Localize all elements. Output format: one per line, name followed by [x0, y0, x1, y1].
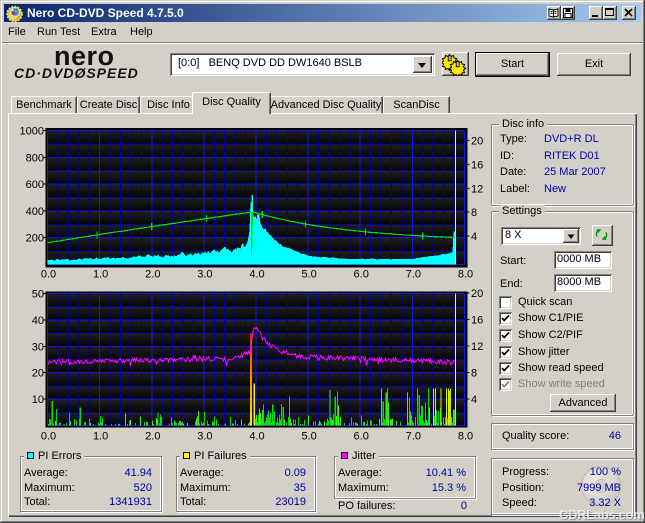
svg-text:6.0: 6.0	[354, 269, 369, 281]
svg-text:10: 10	[32, 394, 44, 406]
svg-text:20: 20	[32, 368, 44, 380]
svg-text:8.0: 8.0	[458, 269, 473, 281]
svg-text:8: 8	[471, 207, 477, 219]
svg-text:800: 800	[26, 152, 44, 164]
svg-text:1000: 1000	[20, 126, 44, 138]
svg-text:3.0: 3.0	[197, 431, 212, 443]
svg-text:16: 16	[471, 314, 483, 326]
svg-text:200: 200	[26, 233, 44, 245]
svg-text:1.0: 1.0	[93, 431, 108, 443]
svg-text:20: 20	[471, 288, 483, 300]
svg-text:16: 16	[471, 160, 483, 172]
svg-text:8: 8	[471, 368, 477, 380]
svg-text:20: 20	[471, 136, 483, 148]
svg-text:7.0: 7.0	[406, 431, 421, 443]
svg-text:30: 30	[32, 341, 44, 353]
svg-text:12: 12	[471, 341, 483, 353]
svg-text:4.0: 4.0	[249, 269, 264, 281]
svg-text:0.0: 0.0	[41, 269, 56, 281]
svg-text:400: 400	[26, 206, 44, 218]
svg-text:1.0: 1.0	[93, 269, 108, 281]
svg-text:2.0: 2.0	[145, 431, 160, 443]
svg-text:50: 50	[32, 289, 44, 301]
svg-text:3.0: 3.0	[197, 269, 212, 281]
svg-text:6.0: 6.0	[354, 431, 369, 443]
svg-text:5.0: 5.0	[301, 431, 316, 443]
svg-text:0.0: 0.0	[41, 431, 56, 443]
svg-text:4: 4	[471, 231, 477, 243]
svg-text:4.0: 4.0	[249, 431, 264, 443]
svg-text:40: 40	[32, 315, 44, 327]
svg-text:4: 4	[471, 394, 477, 406]
svg-text:600: 600	[26, 179, 44, 191]
svg-text:2.0: 2.0	[145, 269, 160, 281]
svg-text:5.0: 5.0	[301, 269, 316, 281]
svg-text:12: 12	[471, 183, 483, 195]
svg-text:8.0: 8.0	[458, 431, 473, 443]
svg-text:7.0: 7.0	[406, 269, 421, 281]
